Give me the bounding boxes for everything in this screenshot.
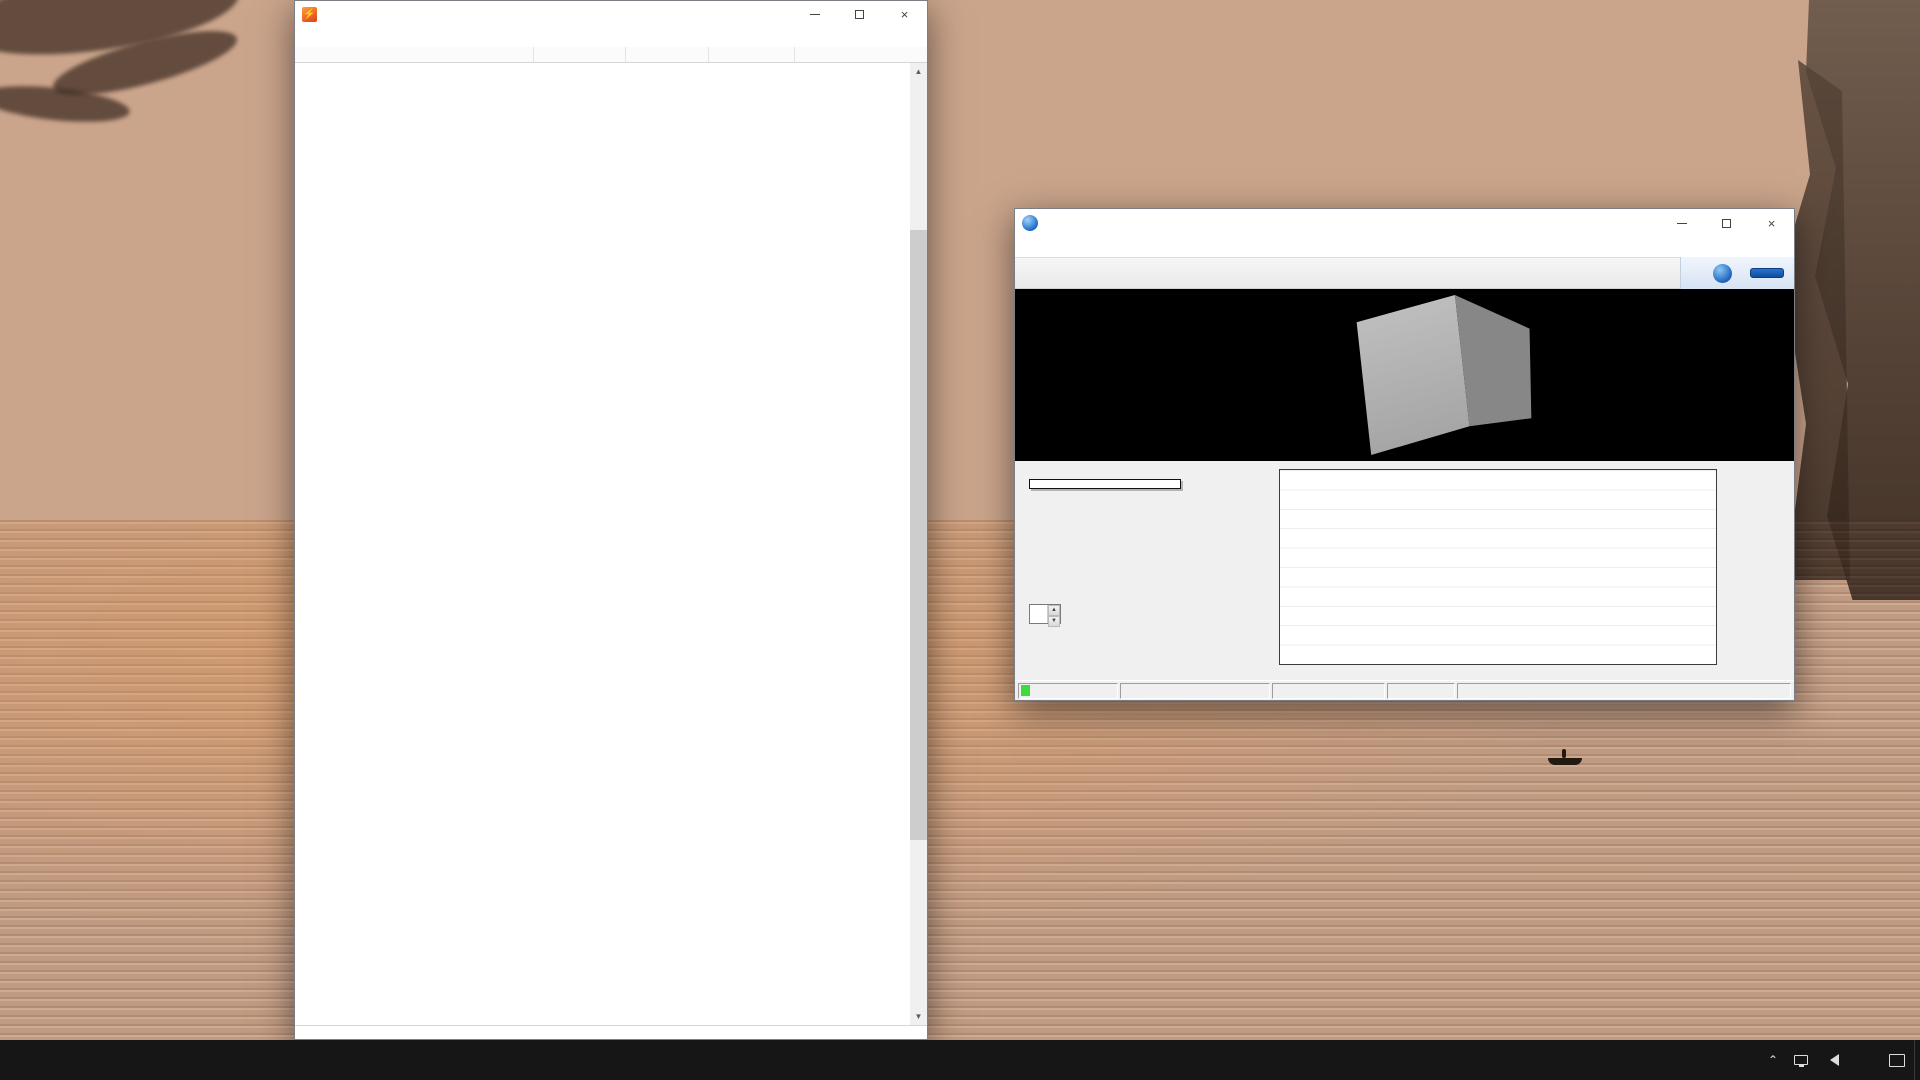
heavyload-window: × (1014, 208, 1795, 701)
scrollbar-track[interactable] (910, 80, 927, 1008)
gpu-test-viewport (1015, 289, 1794, 461)
heavyload-toolbar (1015, 257, 1794, 289)
heavyload-titlebar[interactable]: × (1015, 209, 1794, 237)
status-progress (1018, 683, 1118, 699)
update-interval-stepper[interactable]: ▲▼ (1029, 604, 1061, 624)
hwmonitor-menubar (295, 27, 927, 47)
column-header-value[interactable] (534, 47, 626, 62)
render-cube (1353, 295, 1535, 455)
system-tray: ⌃ (1761, 1040, 1920, 1080)
tray-chevron-icon[interactable]: ⌃ (1761, 1040, 1785, 1080)
stepper-down-icon[interactable]: ▼ (1048, 616, 1060, 627)
table-header (295, 47, 927, 63)
load-chart (1219, 469, 1767, 665)
hwmonitor-window: ⚡ × ▲ (294, 0, 928, 1040)
sensor-table (295, 63, 910, 1025)
column-header-min[interactable] (626, 47, 709, 62)
network-icon[interactable] (1787, 1040, 1815, 1080)
status-hint (1457, 683, 1791, 699)
scrollbar[interactable]: ▲ ▼ (910, 63, 927, 1025)
show-desktop-button[interactable] (1914, 1040, 1920, 1080)
maximize-button[interactable] (837, 1, 882, 27)
status-cpu-usage (1272, 683, 1385, 699)
right-axis-title (1753, 469, 1767, 665)
right-axis-ticks (1717, 469, 1753, 665)
boat-decoration (1548, 758, 1582, 765)
clock[interactable] (1864, 1040, 1880, 1080)
chart-plot-area (1279, 469, 1717, 665)
language-indicator[interactable] (1848, 1040, 1862, 1080)
heavyload-lower-panel: ▲▼ (1015, 461, 1794, 680)
chart-legend (1029, 479, 1181, 489)
status-fps (1387, 683, 1455, 699)
hwmonitor-titlebar[interactable]: ⚡ × (295, 1, 927, 27)
heavyload-menubar (1015, 237, 1794, 257)
maximize-button[interactable] (1704, 209, 1749, 237)
stepper-up-icon[interactable]: ▲ (1048, 605, 1060, 616)
action-center-icon[interactable] (1882, 1040, 1912, 1080)
heavyload-app-icon (1022, 215, 1038, 231)
update-interval-value[interactable] (1030, 605, 1047, 623)
progress-fill (1021, 685, 1030, 696)
status-memory-free (1120, 683, 1270, 699)
column-header-sensor[interactable] (295, 47, 534, 62)
minimize-button[interactable] (792, 1, 837, 27)
hwmonitor-app-icon: ⚡ (302, 7, 317, 22)
close-button[interactable]: × (882, 1, 927, 27)
treesize-logo-icon (1713, 264, 1732, 283)
column-header-max[interactable] (709, 47, 795, 62)
download-button[interactable] (1750, 268, 1784, 278)
left-axis-ticks (1233, 469, 1279, 665)
treesize-ad-banner (1680, 257, 1794, 289)
desktop-screen: ⚡ × ▲ (0, 0, 1920, 1080)
scroll-down-icon[interactable]: ▼ (910, 1008, 927, 1025)
minimize-button[interactable] (1659, 209, 1704, 237)
volume-icon[interactable] (1817, 1040, 1846, 1080)
close-button[interactable]: × (1749, 209, 1794, 237)
scroll-up-icon[interactable]: ▲ (910, 63, 927, 80)
scrollbar-thumb[interactable] (910, 230, 927, 840)
status-bar (295, 1025, 927, 1039)
taskbar: ⌃ (0, 1040, 1920, 1080)
left-axis-title (1219, 469, 1233, 665)
heavyload-status-bar (1015, 680, 1794, 700)
